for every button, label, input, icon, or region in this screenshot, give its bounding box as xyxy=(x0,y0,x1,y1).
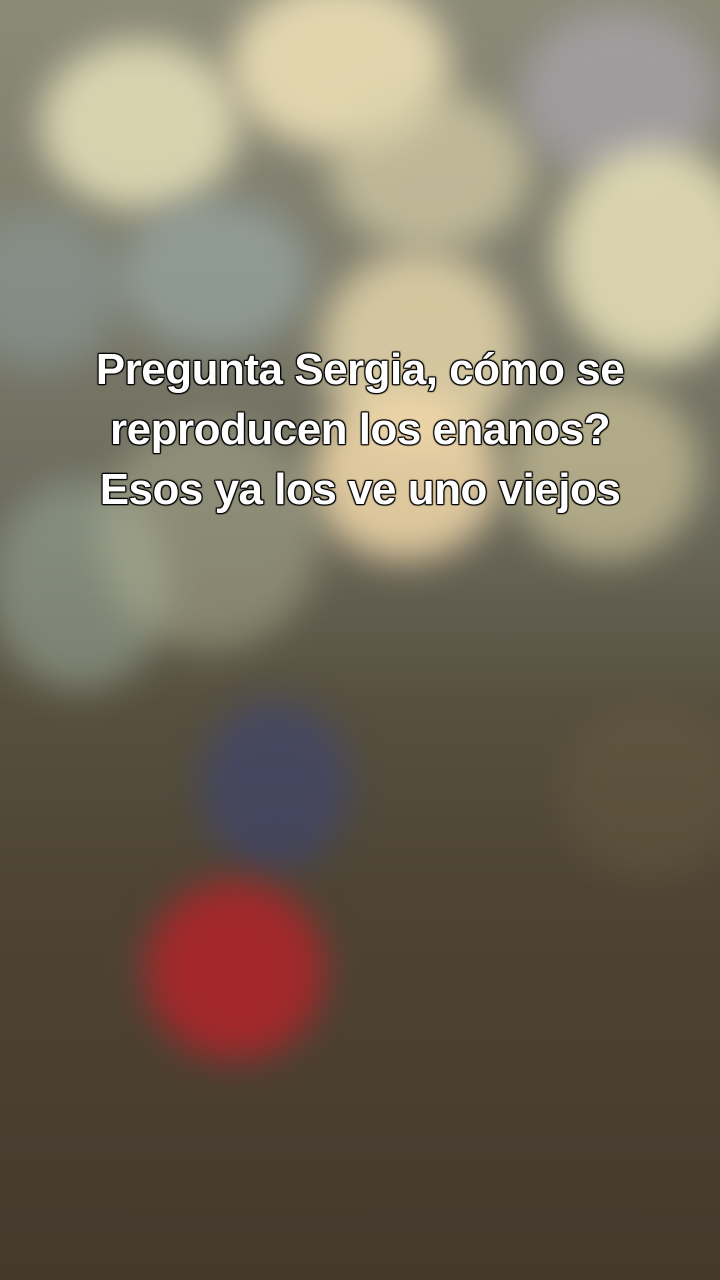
bokeh-light-red xyxy=(145,880,325,1060)
video-frame: Pregunta Sergia, cómo se reproducen los … xyxy=(0,0,720,1280)
bokeh-light xyxy=(330,90,530,250)
bokeh-light-blue xyxy=(200,700,350,870)
caption-line-3: Esos ya los ve uno viejos xyxy=(99,464,622,515)
caption-line-1: Pregunta Sergia, cómo se xyxy=(95,344,625,395)
bokeh-light xyxy=(120,200,310,350)
bokeh-light xyxy=(560,700,720,880)
caption-line-2: reproducen los enanos? xyxy=(109,404,611,455)
bokeh-light xyxy=(40,40,240,210)
caption-text: Pregunta Sergia, cómo se reproducen los … xyxy=(20,340,700,520)
bokeh-light xyxy=(555,145,720,365)
